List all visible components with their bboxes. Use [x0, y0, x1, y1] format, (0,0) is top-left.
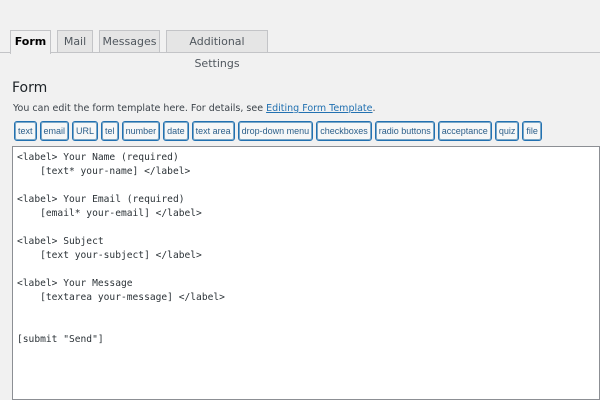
tag-button-text[interactable]: text	[14, 121, 37, 141]
editing-form-template-link[interactable]: Editing Form Template	[266, 103, 372, 114]
form-description: You can edit the form template here. For…	[13, 103, 376, 114]
description-text: You can edit the form template here. For…	[13, 103, 267, 114]
tag-button-url[interactable]: URL	[72, 121, 99, 141]
tab-messages[interactable]: Messages	[99, 30, 160, 52]
tab-bar: Form Mail Messages Additional Settings	[0, 30, 600, 70]
tag-button-dropdown[interactable]: drop-down menu	[237, 121, 314, 141]
tag-button-checkboxes[interactable]: checkboxes	[316, 121, 372, 141]
tag-generator-buttons: text email URL tel number date text area…	[14, 121, 598, 141]
section-title: Form	[12, 80, 48, 96]
tag-button-textarea[interactable]: text area	[191, 121, 235, 141]
description-suffix: .	[372, 103, 376, 114]
tab-mail[interactable]: Mail	[57, 30, 93, 52]
tag-button-quiz[interactable]: quiz	[494, 121, 520, 141]
tag-button-tel[interactable]: tel	[101, 121, 119, 141]
tag-button-email[interactable]: email	[39, 121, 70, 141]
tag-button-number[interactable]: number	[121, 121, 161, 141]
tag-button-file[interactable]: file	[522, 121, 542, 141]
tab-form[interactable]: Form	[10, 30, 51, 54]
tab-additional-settings[interactable]: Additional Settings	[166, 30, 268, 70]
tag-button-acceptance[interactable]: acceptance	[437, 121, 492, 141]
tag-button-radio[interactable]: radio buttons	[374, 121, 435, 141]
form-template-editor[interactable]: <label> Your Name (required) [text* your…	[12, 146, 600, 400]
tag-button-date[interactable]: date	[163, 121, 189, 141]
